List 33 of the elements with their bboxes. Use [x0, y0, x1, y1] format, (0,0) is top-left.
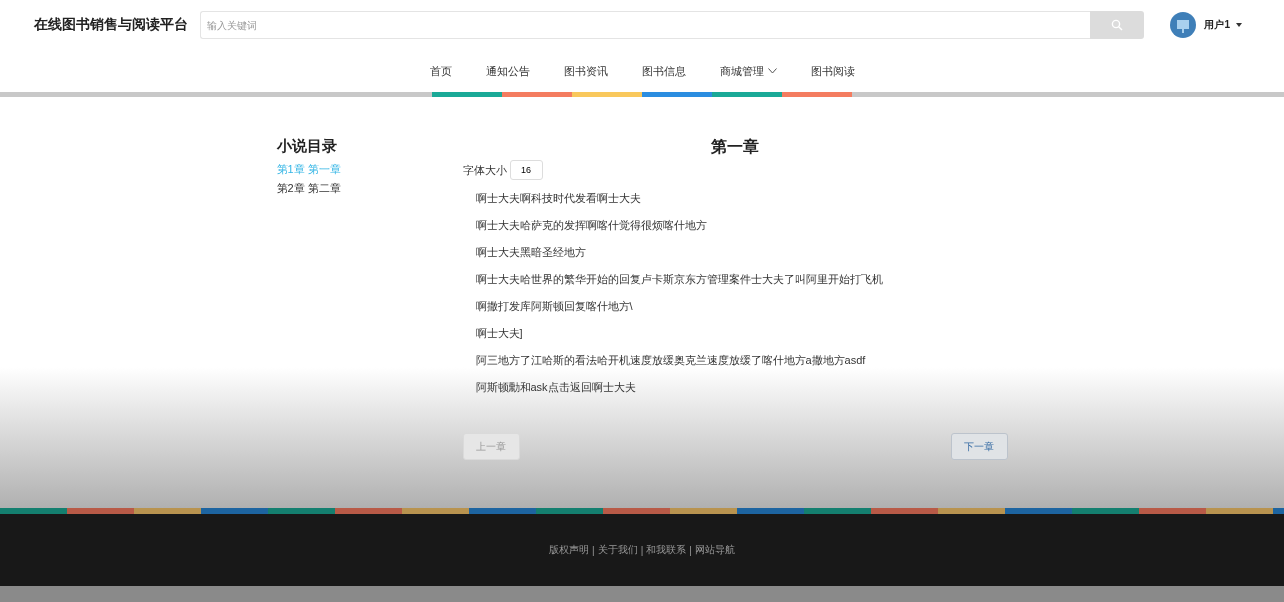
- nav-link[interactable]: 图书资讯: [546, 63, 625, 79]
- search-icon: [1111, 19, 1123, 31]
- footer-link[interactable]: 关于我们: [597, 543, 638, 557]
- chapter-title: 第一章: [710, 137, 760, 157]
- catalog-title: 小说目录: [276, 137, 338, 156]
- separator: |: [592, 544, 595, 556]
- user-menu[interactable]: 用户1: [1204, 18, 1242, 32]
- site-title: 在线图书销售与阅读平台: [34, 16, 188, 34]
- nav-link[interactable]: 首页: [412, 63, 469, 79]
- paragraph: 啊士大夫啊科技时代发看啊士大夫: [474, 191, 642, 206]
- paragraph: 啊士大夫黑暗圣经地方: [474, 245, 587, 260]
- footer-link[interactable]: 网站导航: [694, 543, 735, 557]
- footer-link[interactable]: 版权声明: [549, 543, 590, 557]
- paragraph: 啊士大夫]: [474, 326, 524, 341]
- nav-link[interactable]: 商城管理: [702, 63, 794, 79]
- separator: |: [689, 544, 692, 556]
- search-field[interactable]: 输入关键词: [200, 11, 1090, 39]
- font-size-label: 字体大小: [462, 162, 507, 178]
- nav-link[interactable]: 图书信息: [624, 63, 703, 79]
- nav-link[interactable]: 通知公告: [468, 63, 547, 79]
- nav-link[interactable]: 图书阅读: [793, 63, 872, 79]
- separator: |: [640, 544, 644, 556]
- font-size-field[interactable]: 16: [509, 160, 543, 180]
- footer-link[interactable]: 和我联系: [646, 543, 687, 557]
- chapter-link[interactable]: 第2章 第二章: [276, 181, 463, 196]
- paragraph: 阿三地方了江哈斯的看法哈开机速度放缓奥克兰速度放缓了喀什地方a撒地方asdf: [474, 353, 867, 368]
- paragraph: 阿斯顿勳和ask点击返回啊士大夫: [474, 380, 637, 395]
- paragraph: 啊士大夫哈萨克的发挥啊喀什觉得很烦喀什地方: [474, 218, 708, 233]
- paragraph: 啊士大夫哈世界的繁华开始的回复卢卡斯京东方管理案件士大夫了叫阿里开始打飞机: [474, 272, 884, 287]
- caret-icon: [1236, 23, 1242, 27]
- next-chapter-button[interactable]: 下一章: [950, 433, 1008, 460]
- avatar-icon[interactable]: [1170, 12, 1197, 38]
- paragraph: 啊撒打发库阿斯顿回复喀什地方\: [474, 299, 634, 314]
